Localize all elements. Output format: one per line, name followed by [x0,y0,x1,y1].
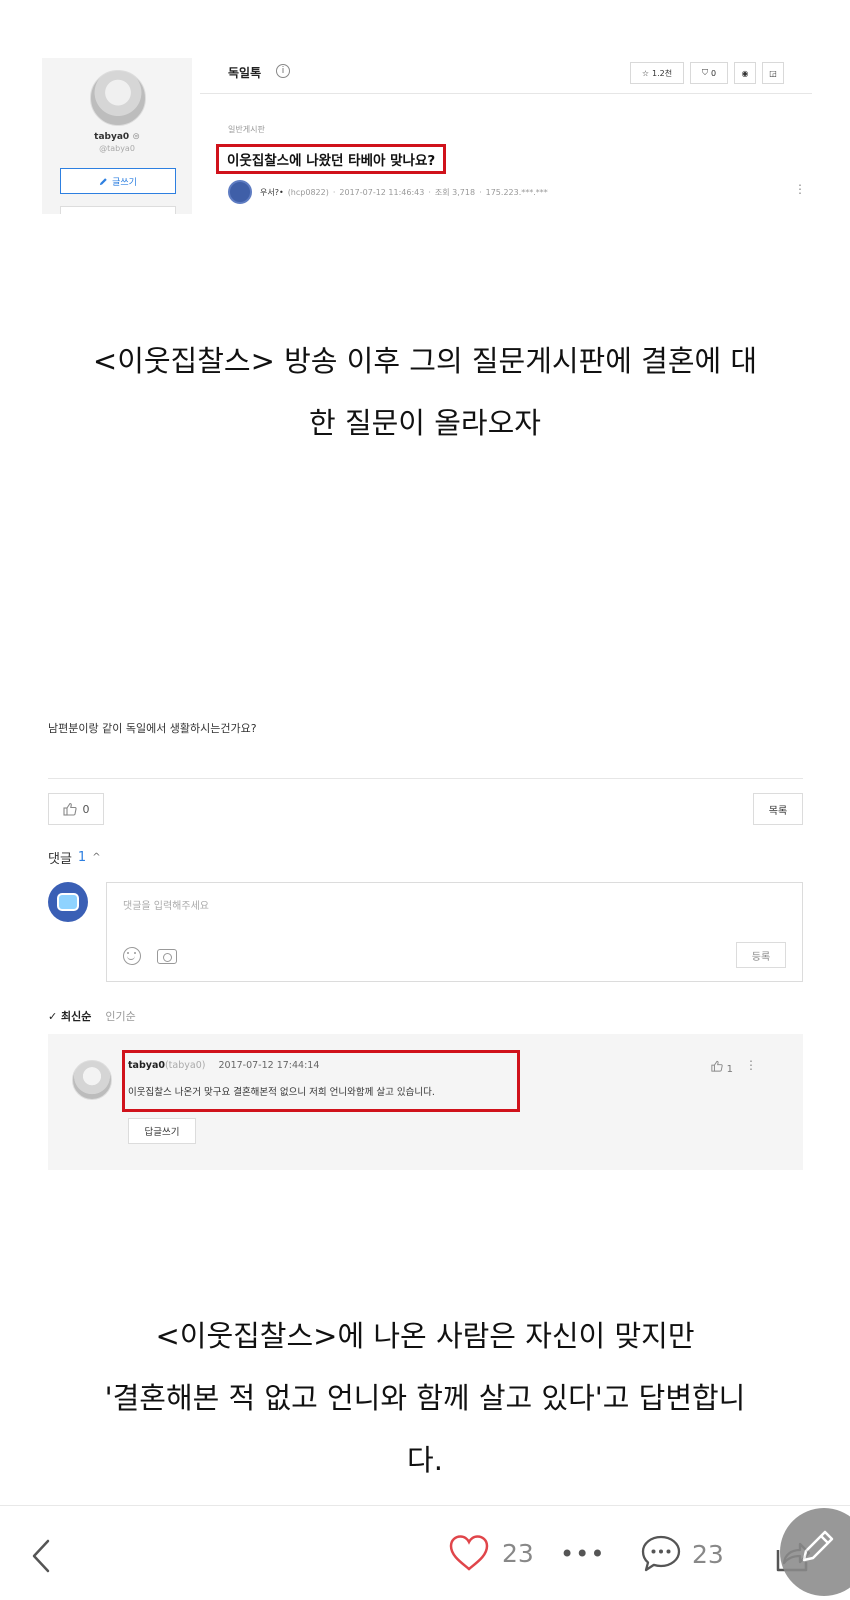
write-post-button[interactable]: 글쓰기 [60,168,176,194]
post-ip: 175.223.***.*** [485,187,548,197]
author-name[interactable]: 우서?• [260,187,284,198]
favorite-button[interactable]: ☆ 1.2천 [630,62,684,84]
like-post-count: 23 [502,1538,534,1568]
caption-first-line-1: <이웃집찰스> 방송 이후 그의 질문게시판에 결혼에 대 [92,344,758,378]
post-meta: 우서?• (hcp0822) · 2017-07-12 11:46:43 · 조… [228,180,548,204]
profile-panel: tabya0 ⊜ @tabya0 글쓰기 [42,58,192,214]
more-options-icon[interactable]: ⋮ [794,182,806,196]
author-avatar [228,180,252,204]
comment-text: 이웃집찰스 나온거 맞구요 결혼해본적 없으니 저희 언니와함께 살고 있습니다… [128,1087,435,1098]
caption-second-line-3: 다. [407,1443,443,1477]
heart-icon [449,1535,489,1571]
comment-like-button[interactable]: 1 [711,1060,733,1075]
comment-author[interactable]: tabya0 [128,1060,165,1071]
caption-first-line-2: 한 질문이 올라오자 [309,406,541,440]
comment-more-icon[interactable]: ⋮ [745,1058,757,1072]
star-icon: ☆ [641,68,650,78]
comments-count: 23 [692,1539,724,1569]
caption-second-line-1: <이웃집찰스>에 나온 사람은 자신이 맞지만 [155,1319,695,1353]
notify-button[interactable]: ⛉ 0 [690,62,728,84]
my-avatar [48,882,88,922]
comment-item: tabya0(tabya0) 2017-07-12 17:44:14 이웃집찰스… [48,1034,803,1170]
profile-name: tabya0 [94,132,130,142]
favorite-count: 1.2천 [652,68,673,78]
board-topbar: 독일톡 i ☆ 1.2천 ⛉ 0 ◉ ◲ [200,58,812,94]
comment-input[interactable]: 댓글을 입력해주세요 [123,897,209,912]
thumbs-up-icon [711,1060,724,1072]
comment-date: 2017-07-12 17:44:14 [218,1060,320,1071]
pencil-icon [802,1530,834,1562]
comment-meta: tabya0(tabya0) 2017-07-12 17:44:14 [128,1060,319,1071]
post-views: 조회 3,718 [434,187,476,197]
comment-like-count: 1 [726,1064,733,1075]
info-icon[interactable]: i [276,64,290,78]
thumbs-up-icon [62,802,77,816]
author-id: (hcp0822) [287,187,329,197]
speech-bubble-icon [641,1535,681,1572]
comment-input-box[interactable]: 댓글을 입력해주세요 등록 [106,882,803,982]
post-category: 일반게시판 [228,125,265,134]
profile-id: @tabya0 [99,144,135,153]
comment-count: 1 [77,850,87,865]
comment-header[interactable]: 댓글 1 ^ [48,848,101,867]
comment-author-id: (tabya0) [164,1060,206,1071]
secondary-button[interactable] [60,206,176,214]
more-options-button[interactable]: ••• [560,1540,605,1568]
like-button[interactable]: 0 [48,793,104,825]
caption-first: <이웃집찰스> 방송 이후 그의 질문게시판에 결혼에 대 한 질문이 올라오자 [0,330,850,454]
list-button[interactable]: 목록 [753,793,803,825]
profile-badge-icon: ⊜ [132,132,140,142]
pin-icon: ◉ [741,68,749,78]
back-chevron-icon[interactable] [28,1536,58,1576]
chevron-up-icon: ^ [92,852,101,863]
pencil-icon [99,177,107,185]
comments-button[interactable]: 23 [640,1534,724,1574]
notify-count: 0 [710,68,717,78]
camera-icon[interactable] [157,949,177,964]
shield-icon: ⛉ [701,68,708,77]
post-date: 2017-07-12 11:46:43 [339,187,425,197]
reply-button[interactable]: 답글쓰기 [128,1118,196,1144]
sort-popular-tab[interactable]: 인기순 [105,1008,135,1024]
comment-screenshot: 남편분이랑 같이 독일에서 생활하시는건가요? 0 목록 댓글 1 ^ 댓글을 … [48,720,803,1170]
write-post-label: 글쓰기 [112,177,137,188]
post-header-screenshot: tabya0 ⊜ @tabya0 글쓰기 독일톡 i ☆ 1.2천 ⛉ 0 ◉ … [42,58,812,214]
board-title: 독일톡 [228,66,262,80]
sort-latest-tab[interactable]: ✓ 최신순 [48,1008,91,1024]
submit-comment-button[interactable]: 등록 [736,942,786,968]
share-window-button[interactable]: ◲ [762,62,784,84]
robot-icon [57,893,79,911]
like-count: 0 [82,802,90,816]
caption-second: <이웃집찰스>에 나온 사람은 자신이 맞지만 '결혼해본 적 없고 언니와 함… [0,1305,850,1491]
location-button[interactable]: ◉ [734,62,756,84]
emoji-icon[interactable] [123,947,141,965]
window-icon: ◲ [769,68,777,78]
like-post-button[interactable]: 23 [448,1534,534,1572]
bottom-action-bar: 23 ••• 23 [0,1505,850,1600]
comment-sort: ✓ 최신순 인기순 [48,1008,136,1024]
post-title: 이웃집찰스에 나왔던 타베아 맞나요? [216,144,447,174]
divider [48,778,803,779]
caption-second-line-2: '결혼해본 적 없고 언니와 함께 살고 있다'고 답변합니 [104,1381,746,1415]
profile-avatar [90,70,146,126]
commenter-avatar [72,1060,112,1100]
question-text: 남편분이랑 같이 독일에서 생활하시는건가요? [48,722,257,735]
comment-label: 댓글 [48,852,72,867]
